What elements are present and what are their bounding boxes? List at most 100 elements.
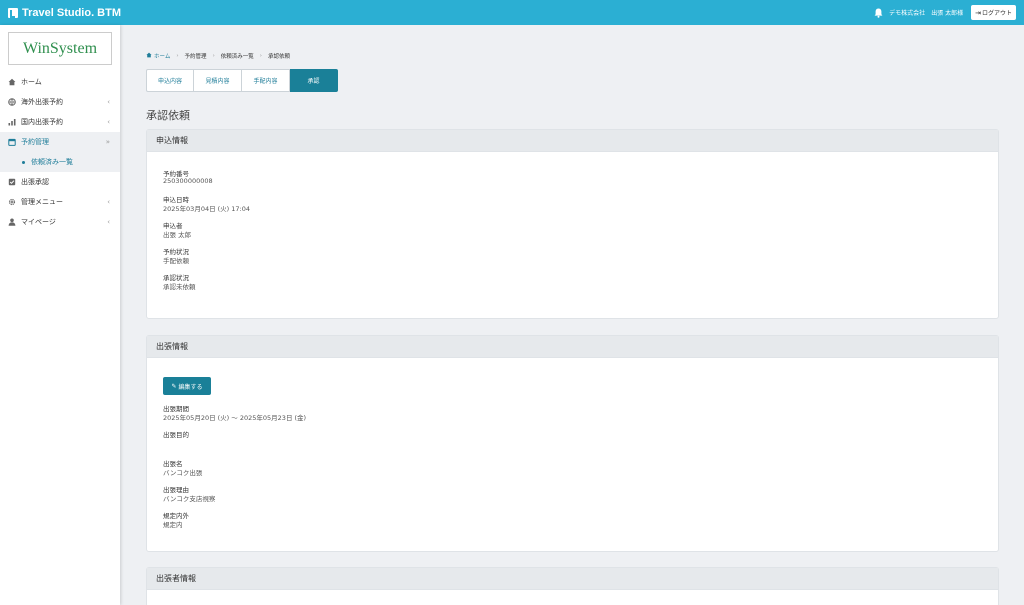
- application-info-card: 申込情報 予約番号 250300000008 申込日時 2025年03月04日 …: [146, 129, 999, 319]
- sidebar-item-trip-approval[interactable]: 出張承認: [0, 172, 120, 192]
- field-value: 出張 太郎: [163, 231, 192, 239]
- field-label: 出張名: [163, 460, 183, 468]
- field-label: 予約番号: [163, 170, 189, 178]
- chevron-left-icon: ‹: [107, 98, 110, 106]
- card-header: 出張情報: [147, 336, 998, 358]
- field-label: 規定内外: [163, 512, 189, 520]
- sidebar-item-overseas-booking[interactable]: 海外出張予約 ‹: [0, 92, 120, 112]
- field-label: 承認状況: [163, 274, 189, 282]
- logo-text: WinSystem: [22, 39, 98, 57]
- breadcrumb-separator-icon: ›: [259, 53, 262, 59]
- field-trip-name: 出張名 バンコク出張: [163, 458, 982, 477]
- sidebar: WinSystem ホーム 海外出張予約 ‹ 国内出張予約 ‹ 予約管理 » 依…: [0, 25, 120, 605]
- calendar-icon: [8, 138, 16, 146]
- card-header: 申込情報: [147, 130, 998, 152]
- field-label: 出張期間: [163, 405, 189, 413]
- field-trip-reason: 出張理由 バンコク支店視察: [163, 484, 982, 503]
- field-trip-period: 出張期間 2025年05月20日 (火) 〜 2025年05月23日 (金): [163, 403, 982, 422]
- sidebar-item-label: マイページ: [21, 218, 56, 226]
- home-icon: [8, 78, 16, 86]
- edit-button[interactable]: ✎ 編集する: [163, 377, 211, 395]
- field-value: 手配依頼: [163, 257, 189, 265]
- traveler-info-card: 出張者情報: [146, 567, 999, 605]
- globe-icon: [8, 98, 16, 106]
- field-booking-status: 予約状況 手配依頼: [163, 246, 982, 265]
- breadcrumb-requested-list[interactable]: 依頼済み一覧: [221, 52, 254, 60]
- card-body: ✎ 編集する 出張期間 2025年05月20日 (火) 〜 2025年05月23…: [147, 358, 998, 552]
- bell-icon[interactable]: [873, 8, 883, 18]
- page-title: 承認依頼: [146, 109, 190, 122]
- field-regulation: 規定内外 規定内: [163, 510, 982, 529]
- trip-info-card: 出張情報 ✎ 編集する 出張期間 2025年05月20日 (火) 〜 2025年…: [146, 335, 999, 552]
- chevron-down-icon: »: [105, 138, 110, 146]
- breadcrumb-separator-icon: ›: [176, 53, 179, 59]
- field-booking-number: 予約番号 250300000008: [163, 168, 982, 187]
- sidebar-item-label: 海外出張予約: [21, 98, 63, 106]
- tab-approval[interactable]: 承認: [290, 69, 338, 92]
- edit-button-label: 編集する: [178, 383, 203, 391]
- sidebar-item-mypage[interactable]: マイページ ‹: [0, 212, 120, 232]
- tab-application[interactable]: 申込内容: [146, 69, 194, 92]
- field-value: 承認未依頼: [163, 283, 196, 291]
- sidebar-item-label: 管理メニュー: [21, 198, 63, 206]
- sidebar-item-label: 依頼済み一覧: [31, 158, 73, 166]
- sidebar-item-requested-list[interactable]: 依頼済み一覧: [0, 152, 120, 172]
- breadcrumb-separator-icon: ›: [212, 53, 215, 59]
- pencil-icon: ✎: [171, 382, 177, 390]
- field-application-datetime: 申込日時 2025年03月04日 (火) 17:04: [163, 194, 982, 213]
- field-label: 出張目的: [163, 431, 189, 439]
- company-name: デモ株式会社: [889, 10, 926, 17]
- top-bar: Travel Studio. BTM デモ株式会社 出張 太郎様 ⇥ ログアウト: [0, 0, 1024, 25]
- sidebar-item-admin-menu[interactable]: 管理メニュー ‹: [0, 192, 120, 212]
- brand[interactable]: Travel Studio. BTM: [8, 7, 121, 19]
- brand-logo-icon: [8, 7, 18, 18]
- sidebar-item-booking-management[interactable]: 予約管理 »: [0, 132, 120, 152]
- logout-label: ログアウト: [981, 10, 1012, 17]
- user-name[interactable]: 出張 太郎様: [931, 8, 963, 17]
- user-icon: [8, 218, 16, 226]
- field-trip-purpose: 出張目的: [163, 429, 982, 451]
- field-value: 規定内: [163, 521, 183, 529]
- field-approval-status: 承認状況 承認未依頼: [163, 272, 982, 291]
- field-label: 申込日時: [163, 196, 189, 204]
- field-value: 2025年05月20日 (火) 〜 2025年05月23日 (金): [163, 414, 307, 422]
- logout-button[interactable]: ⇥ ログアウト: [971, 5, 1016, 20]
- home-icon: [146, 52, 154, 60]
- tab-bar: 申込内容 見積内容 手配内容 承認: [146, 69, 338, 92]
- brand-name: Travel Studio. BTM: [22, 6, 122, 19]
- breadcrumb-home[interactable]: ホーム: [146, 52, 170, 60]
- sidebar-item-label: ホーム: [21, 78, 42, 86]
- field-value: 2025年03月04日 (火) 17:04: [163, 205, 251, 213]
- sidebar-item-label: 出張承認: [21, 178, 49, 186]
- field-value: [163, 438, 982, 451]
- field-value: バンコク出張: [163, 469, 203, 477]
- field-value: バンコク支店視察: [163, 495, 216, 503]
- bullet-icon: [22, 160, 25, 164]
- breadcrumb-current: 承認依頼: [267, 54, 290, 60]
- field-label: 申込者: [163, 222, 183, 230]
- sidebar-item-domestic-booking[interactable]: 国内出張予約 ‹: [0, 112, 120, 132]
- check-square-icon: [8, 178, 16, 186]
- card-header: 出張者情報: [147, 568, 998, 590]
- chevron-left-icon: ‹: [107, 118, 110, 126]
- card-body: 予約番号 250300000008 申込日時 2025年03月04日 (火) 1…: [147, 152, 998, 314]
- sidebar-item-label: 予約管理: [21, 138, 49, 146]
- tab-arrangement[interactable]: 手配内容: [242, 69, 290, 92]
- bar-chart-icon: [8, 118, 16, 126]
- chevron-left-icon: ‹: [107, 198, 110, 206]
- breadcrumb: ホーム › 予約管理 › 依頼済み一覧 › 承認依頼: [146, 52, 290, 60]
- logout-icon: ⇥: [975, 8, 981, 17]
- field-label: 予約状況: [163, 248, 189, 256]
- tab-estimate[interactable]: 見積内容: [194, 69, 242, 92]
- sidebar-item-label: 国内出張予約: [21, 118, 63, 126]
- winsystem-logo[interactable]: WinSystem: [8, 32, 112, 65]
- sidebar-menu: ホーム 海外出張予約 ‹ 国内出張予約 ‹ 予約管理 » 依頼済み一覧 出張承認…: [0, 72, 120, 232]
- breadcrumb-home-label: ホーム: [154, 54, 171, 60]
- field-label: 出張理由: [163, 486, 189, 494]
- gear-icon: [8, 198, 16, 206]
- breadcrumb-booking-management[interactable]: 予約管理: [185, 52, 207, 60]
- field-applicant: 申込者 出張 太郎: [163, 220, 982, 239]
- field-value: 250300000008: [163, 177, 213, 185]
- chevron-left-icon: ‹: [107, 218, 110, 226]
- sidebar-item-home[interactable]: ホーム: [0, 72, 120, 92]
